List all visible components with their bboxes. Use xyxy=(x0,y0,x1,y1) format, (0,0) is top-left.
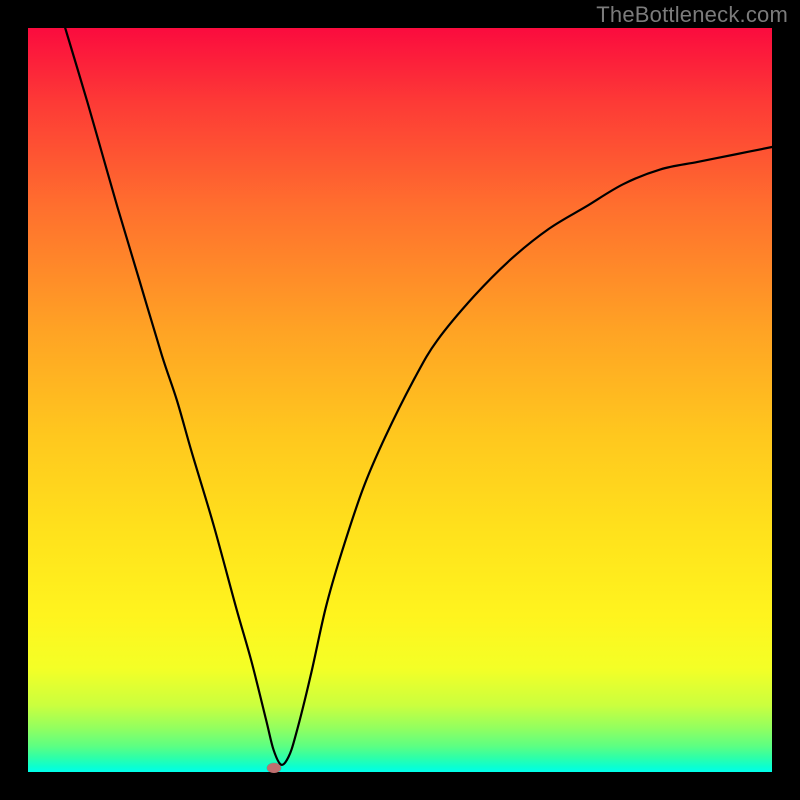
plot-area xyxy=(28,28,772,772)
optimal-point-marker xyxy=(267,763,281,773)
watermark-text: TheBottleneck.com xyxy=(596,2,788,28)
bottleneck-curve xyxy=(28,28,772,772)
figure-root: TheBottleneck.com xyxy=(0,0,800,800)
curve-path xyxy=(65,28,772,765)
